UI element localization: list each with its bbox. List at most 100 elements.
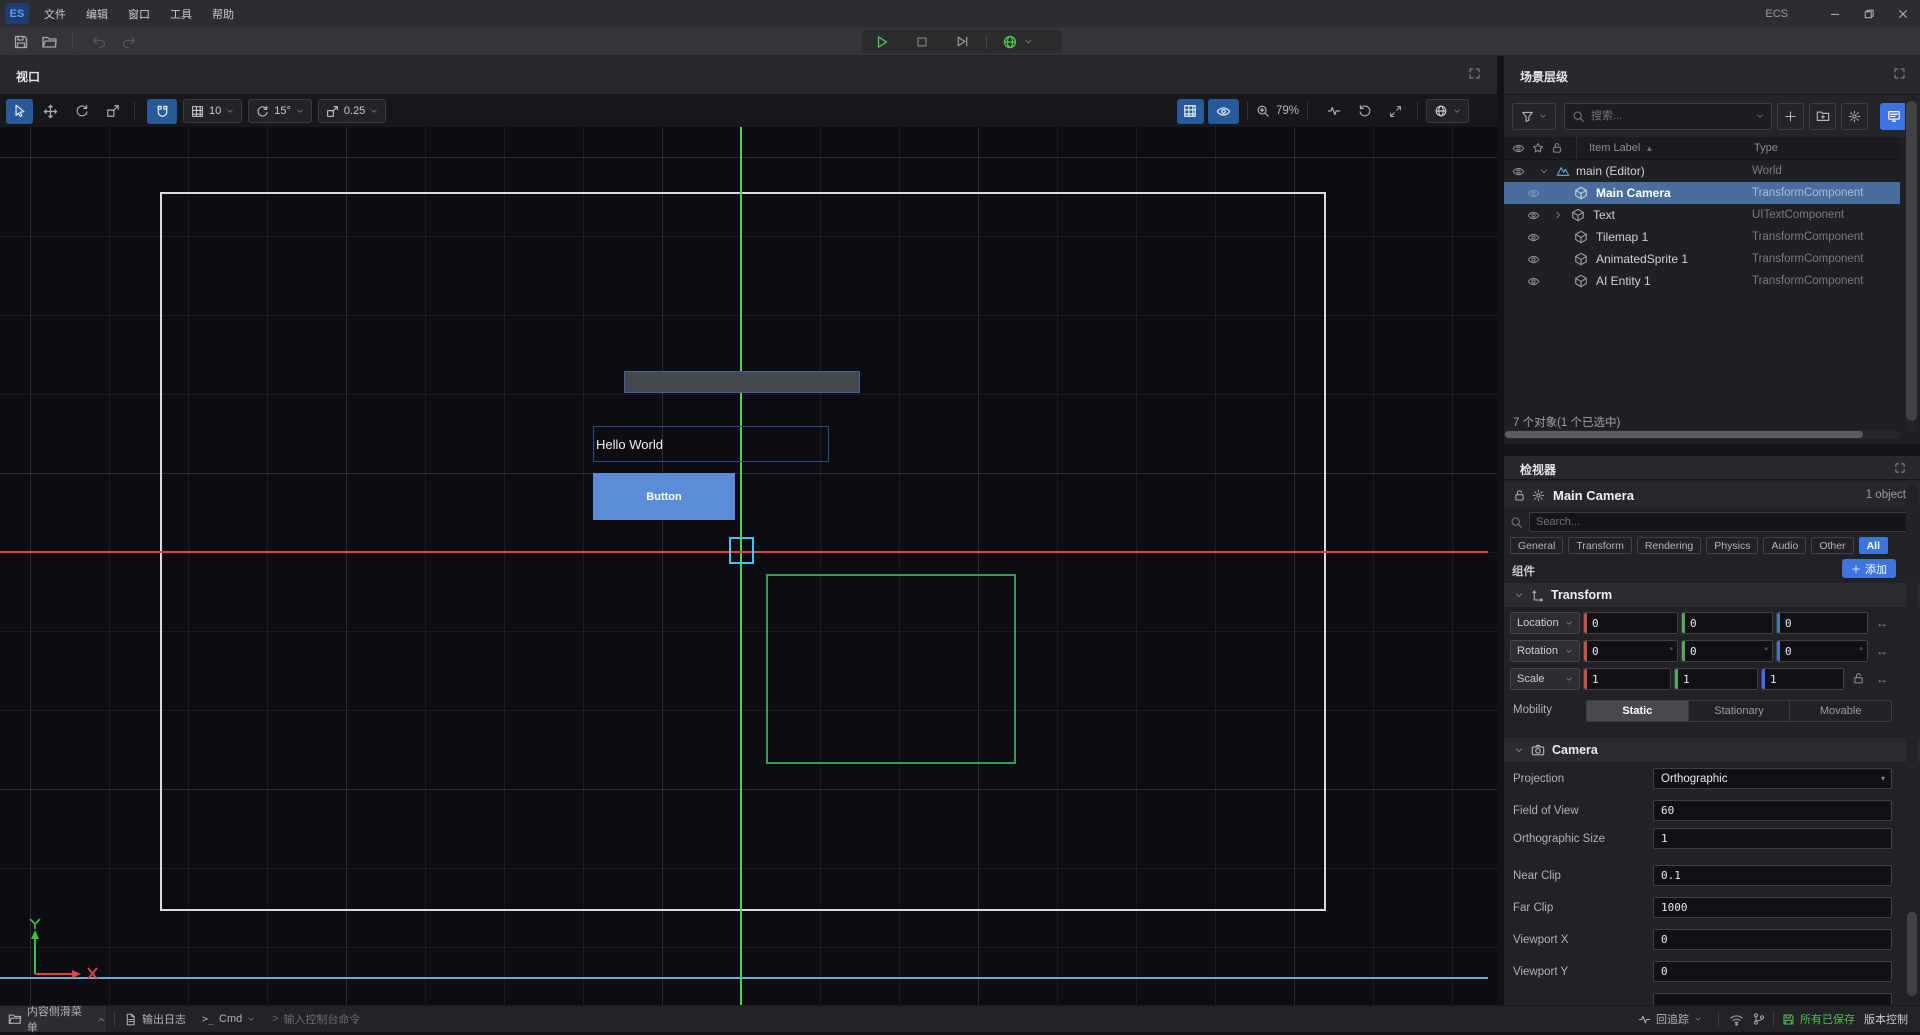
save-button[interactable] — [10, 31, 32, 52]
menu-tools[interactable]: 工具 — [160, 6, 202, 22]
inspector-search-input[interactable] — [1536, 516, 1907, 528]
mobility-static[interactable]: Static — [1587, 701, 1689, 721]
panel-splitter[interactable] — [1497, 56, 1504, 1005]
console-command-input[interactable]: > 输入控制台命令 — [272, 1006, 360, 1032]
version-control-button[interactable]: 版本控制 — [1864, 1006, 1908, 1032]
select-tool-button[interactable] — [6, 99, 33, 124]
hierarchy-horizontal-scrollbar[interactable] — [1504, 430, 1900, 439]
traceback-dropdown[interactable]: 回追踪 — [1638, 1006, 1702, 1032]
tab-rendering[interactable]: Rendering — [1637, 537, 1701, 554]
column-item-label[interactable]: Item Label — [1589, 142, 1640, 154]
rotation-z-field[interactable]: ° — [1776, 640, 1868, 662]
tree-row-animatedsprite[interactable]: AnimatedSprite 1 TransformComponent — [1504, 248, 1900, 270]
close-button[interactable] — [1886, 0, 1920, 27]
tab-all[interactable]: All — [1859, 537, 1888, 554]
mobility-movable[interactable]: Movable — [1790, 701, 1891, 721]
location-y-field[interactable] — [1681, 612, 1773, 634]
button-entity[interactable]: Button — [593, 473, 735, 520]
viewport-y-field[interactable] — [1653, 961, 1892, 982]
rotation-dropdown[interactable]: Rotation — [1510, 640, 1580, 662]
launch-target-dropdown[interactable] — [991, 30, 1043, 53]
mobility-stationary[interactable]: Stationary — [1689, 701, 1791, 721]
viewport-expand-button[interactable] — [1468, 67, 1481, 80]
ortho-size-input[interactable] — [1654, 832, 1891, 845]
location-dropdown[interactable]: Location — [1510, 612, 1580, 634]
hierarchy-inspector-splitter[interactable] — [1504, 444, 1920, 456]
rotation-y-field[interactable]: ° — [1681, 640, 1773, 662]
location-link-icon[interactable]: ↔ — [1876, 616, 1888, 630]
save-status[interactable]: 所有已保存 — [1782, 1006, 1855, 1032]
far-clip-field[interactable] — [1653, 897, 1892, 918]
scale-x-field[interactable] — [1583, 668, 1671, 690]
ortho-size-field[interactable] — [1653, 828, 1892, 849]
hierarchy-search[interactable] — [1564, 103, 1772, 130]
add-component-button[interactable]: 添加 — [1842, 559, 1896, 578]
menu-file[interactable]: 文件 — [34, 6, 76, 22]
fov-input[interactable] — [1654, 804, 1891, 817]
tab-general[interactable]: General — [1510, 537, 1563, 554]
fullscreen-button[interactable] — [1382, 99, 1409, 124]
scale-z-field[interactable] — [1761, 668, 1844, 690]
location-x-field[interactable] — [1583, 612, 1678, 634]
scale-x-input[interactable] — [1587, 673, 1670, 686]
display-mode-button[interactable] — [1880, 103, 1907, 130]
visibility-button[interactable] — [1208, 99, 1239, 124]
reset-view-button[interactable] — [1351, 99, 1378, 124]
tab-physics[interactable]: Physics — [1706, 537, 1758, 554]
play-button[interactable] — [862, 30, 902, 53]
scale-snap-dropdown[interactable]: 0.25 — [318, 99, 386, 123]
scale-lock-icon[interactable] — [1852, 672, 1865, 685]
location-x-input[interactable] — [1587, 617, 1677, 630]
near-clip-input[interactable] — [1654, 869, 1891, 882]
network-status-icon[interactable] — [1729, 1006, 1744, 1032]
tree-row-text[interactable]: Text UITextComponent — [1504, 204, 1900, 226]
redo-button[interactable] — [118, 31, 140, 52]
viewport-x-field[interactable] — [1653, 929, 1892, 950]
hierarchy-expand-button[interactable] — [1893, 67, 1906, 80]
inspector-expand-button[interactable] — [1894, 462, 1906, 474]
tab-transform[interactable]: Transform — [1568, 537, 1631, 554]
projection-dropdown[interactable]: ▾ — [1653, 768, 1892, 789]
grid-snap-dropdown[interactable]: 10 — [183, 99, 242, 123]
scale-link-icon[interactable]: ↔ — [1876, 672, 1888, 686]
tab-audio[interactable]: Audio — [1763, 537, 1806, 554]
rotation-z-input[interactable] — [1780, 645, 1859, 658]
menu-window[interactable]: 窗口 — [118, 6, 160, 22]
stop-button[interactable] — [902, 30, 942, 53]
rotation-link-icon[interactable]: ↔ — [1876, 644, 1888, 658]
hierarchy-settings-button[interactable] — [1841, 103, 1868, 130]
stats-button[interactable] — [1320, 99, 1347, 124]
location-y-input[interactable] — [1685, 617, 1772, 630]
near-clip-field[interactable] — [1653, 865, 1892, 886]
zoom-level-control[interactable]: 79% — [1256, 104, 1299, 118]
viewport-y-input[interactable] — [1654, 965, 1891, 978]
snap-toggle-button[interactable] — [147, 99, 177, 124]
open-project-button[interactable] — [38, 31, 60, 52]
inspector-search-field[interactable] — [1529, 512, 1914, 532]
tree-row-main-camera[interactable]: Main Camera TransformComponent — [1504, 182, 1900, 204]
location-z-input[interactable] — [1780, 617, 1867, 630]
far-clip-input[interactable] — [1654, 901, 1891, 914]
world-view-dropdown[interactable] — [1426, 99, 1469, 123]
rotation-snap-dropdown[interactable]: 15° — [248, 99, 312, 123]
tab-other[interactable]: Other — [1811, 537, 1853, 554]
tree-row-main[interactable]: main (Editor) World — [1504, 160, 1900, 182]
minimize-button[interactable] — [1818, 0, 1852, 27]
text-entity[interactable]: Hello World — [593, 426, 829, 462]
add-entity-button[interactable] — [1777, 103, 1804, 130]
show-grid-button[interactable] — [1177, 99, 1204, 124]
rotation-y-input[interactable] — [1685, 645, 1764, 658]
filter-dropdown[interactable] — [1512, 103, 1556, 130]
output-log-button[interactable]: 输出日志 — [124, 1006, 186, 1032]
scale-y-field[interactable] — [1674, 668, 1758, 690]
menu-help[interactable]: 帮助 — [202, 6, 244, 22]
scale-dropdown[interactable]: Scale — [1510, 668, 1580, 690]
hierarchy-vertical-scrollbar[interactable] — [1905, 97, 1918, 433]
rotate-tool-button[interactable] — [68, 99, 95, 124]
rotation-x-field[interactable]: ° — [1583, 640, 1678, 662]
rotation-x-input[interactable] — [1587, 645, 1669, 658]
hierarchy-search-input[interactable] — [1591, 110, 1750, 122]
camera-section-header[interactable]: Camera — [1504, 738, 1920, 762]
maximize-button[interactable] — [1852, 0, 1886, 27]
tree-row-tilemap[interactable]: Tilemap 1 TransformComponent — [1504, 226, 1900, 248]
